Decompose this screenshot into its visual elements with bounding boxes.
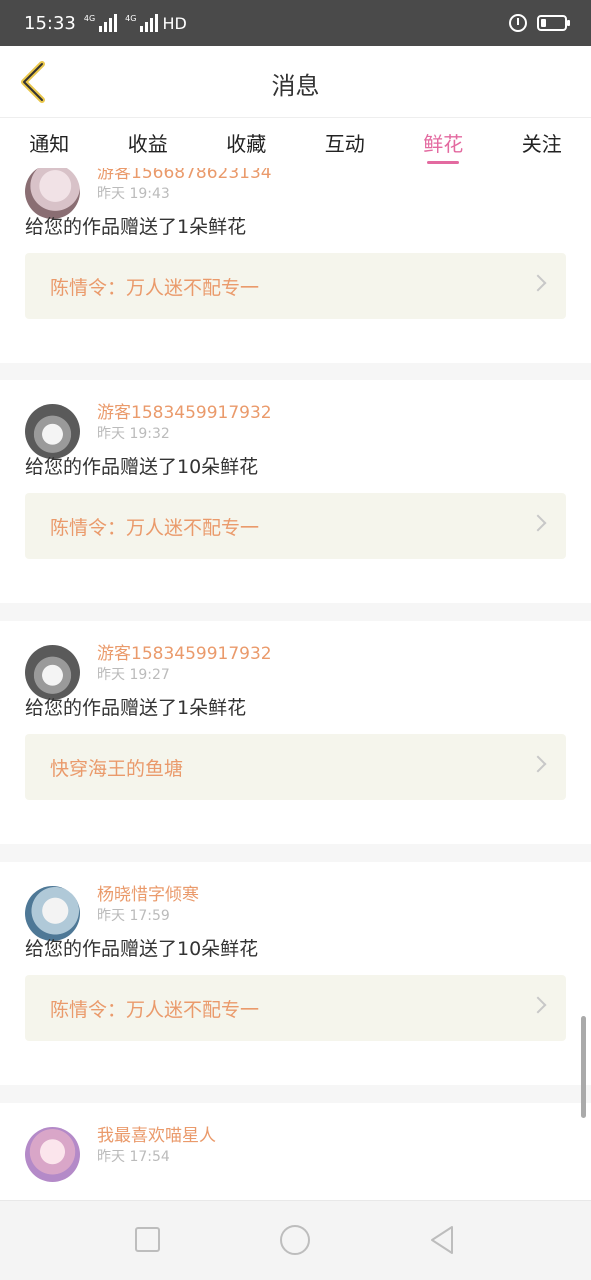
- recent-apps-button[interactable]: [135, 1227, 160, 1252]
- tab-favorites[interactable]: 收藏: [197, 118, 296, 168]
- message-time: 昨天 19:32: [97, 426, 170, 442]
- work-title: 陈情令：万人迷不配专一: [50, 277, 260, 299]
- work-link[interactable]: 陈情令：万人迷不配专一: [25, 975, 566, 1041]
- tab-interactions[interactable]: 互动: [296, 118, 395, 168]
- page-title: 消息: [271, 72, 320, 100]
- message-username[interactable]: 游客1583459917932: [97, 398, 272, 423]
- work-title: 陈情令：万人迷不配专一: [50, 999, 260, 1021]
- tab-notifications[interactable]: 通知: [0, 118, 99, 168]
- status-bar: 15:33 4G 4G HD: [0, 0, 591, 46]
- status-time: 15:33: [24, 12, 76, 34]
- message-card: 我最喜欢喵星人 昨天 17:54: [0, 1103, 591, 1200]
- message-time: 昨天 17:54: [97, 1149, 170, 1165]
- avatar[interactable]: [25, 404, 80, 459]
- avatar[interactable]: [25, 886, 80, 941]
- work-link[interactable]: 陈情令：万人迷不配专一: [25, 493, 566, 559]
- signal-icon-2: 4G: [125, 14, 159, 32]
- signal-icon: 4G: [83, 14, 118, 32]
- system-back-button[interactable]: [428, 1225, 458, 1255]
- work-title: 快穿海王的鱼塘: [50, 758, 184, 780]
- system-nav-bar: [0, 1200, 591, 1280]
- message-time: 昨天 17:59: [97, 908, 170, 924]
- chevron-right-icon: [529, 996, 547, 1014]
- tab-earnings[interactable]: 收益: [99, 118, 198, 168]
- message-username[interactable]: 游客1566878623134: [97, 168, 272, 183]
- work-title: 陈情令：万人迷不配专一: [50, 517, 260, 539]
- message-username[interactable]: 我最喜欢喵星人: [97, 1121, 216, 1146]
- hd-indicator: HD: [162, 13, 187, 33]
- message-text: 给您的作品赠送了10朵鲜花: [25, 938, 259, 960]
- network-type-1: 4G: [83, 14, 96, 23]
- scrollbar[interactable]: [581, 1016, 586, 1118]
- triangle-back-icon: [431, 1226, 453, 1254]
- message-time: 昨天 19:43: [97, 186, 170, 202]
- message-username[interactable]: 游客1583459917932: [97, 639, 272, 664]
- tab-flowers[interactable]: 鲜花: [394, 118, 493, 168]
- home-button[interactable]: [280, 1225, 310, 1255]
- chevron-right-icon: [529, 514, 547, 532]
- message-time: 昨天 19:27: [97, 667, 170, 683]
- chevron-right-icon: [529, 755, 547, 773]
- message-text: 给您的作品赠送了1朵鲜花: [25, 216, 247, 238]
- message-card: 游客1566878623134 昨天 19:43 给您的作品赠送了1朵鲜花 陈情…: [0, 168, 591, 363]
- message-text: 给您的作品赠送了1朵鲜花: [25, 697, 247, 719]
- message-text: 给您的作品赠送了10朵鲜花: [25, 456, 259, 478]
- tab-follows[interactable]: 关注: [493, 118, 591, 168]
- header: 消息: [0, 46, 591, 118]
- tab-bar: 通知 收益 收藏 互动 鲜花 关注: [0, 118, 591, 168]
- battery-icon: [537, 15, 570, 31]
- alarm-icon: [509, 14, 527, 32]
- message-card: 游客1583459917932 昨天 19:27 给您的作品赠送了1朵鲜花 快穿…: [0, 621, 591, 844]
- message-username[interactable]: 杨晓惜字倾寒: [97, 880, 199, 905]
- avatar[interactable]: [25, 1127, 80, 1182]
- network-type-2: 4G: [125, 14, 137, 23]
- work-link[interactable]: 陈情令：万人迷不配专一: [25, 253, 566, 319]
- message-card: 杨晓惜字倾寒 昨天 17:59 给您的作品赠送了10朵鲜花 陈情令：万人迷不配专…: [0, 862, 591, 1085]
- message-card: 游客1583459917932 昨天 19:32 给您的作品赠送了10朵鲜花 陈…: [0, 380, 591, 603]
- chevron-right-icon: [529, 274, 547, 292]
- message-list[interactable]: 游客1566878623134 昨天 19:43 给您的作品赠送了1朵鲜花 陈情…: [0, 168, 591, 1200]
- avatar[interactable]: [25, 645, 80, 700]
- work-link[interactable]: 快穿海王的鱼塘: [25, 734, 566, 800]
